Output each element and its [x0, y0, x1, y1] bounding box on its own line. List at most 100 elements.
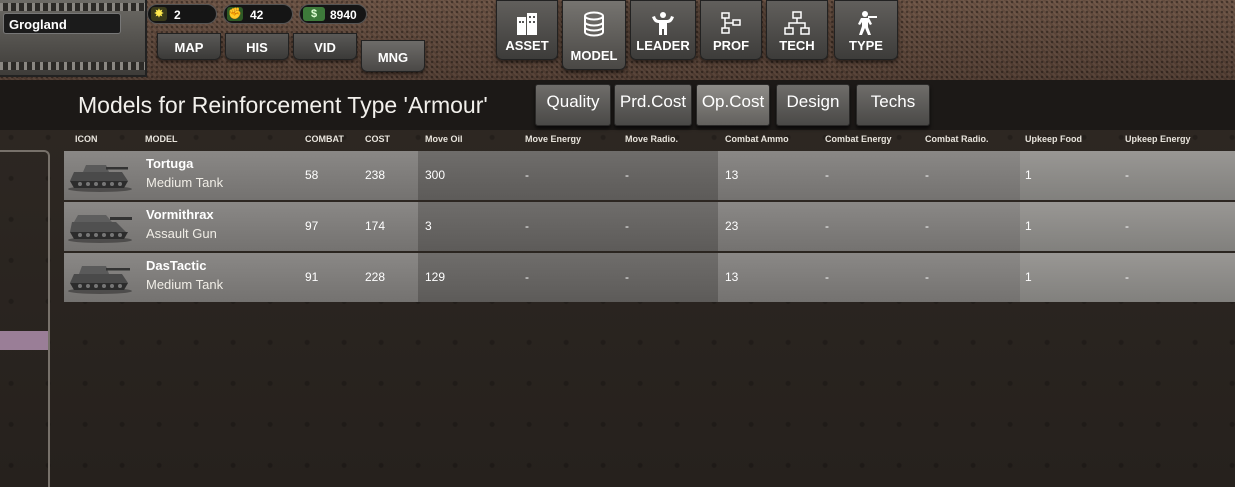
cost-value: 228 [365, 270, 386, 284]
model-name: DasTactic [146, 258, 207, 273]
move-radio-value: - [625, 168, 629, 182]
model-type: Medium Tank [146, 277, 224, 292]
table-header: ICON MODEL COMBAT COST Move Oil Move Ene… [64, 133, 1235, 150]
move-energy-value: - [525, 168, 529, 182]
combat-value: 91 [305, 270, 319, 284]
row-bg [418, 202, 718, 251]
star-burst-icon: ✸ [151, 7, 167, 21]
column-header[interactable]: ICON [75, 134, 98, 144]
row-bg [718, 253, 1020, 302]
combat-radio-value: - [925, 270, 929, 284]
combat-ammo-value: 13 [725, 270, 739, 284]
column-header[interactable]: MODEL [145, 134, 178, 144]
row-bg [418, 253, 718, 302]
database-icon [584, 11, 604, 37]
tab-label: TYPE [849, 38, 883, 53]
combat-radio-value: - [925, 219, 929, 233]
resource-value: 2 [174, 8, 181, 22]
column-header[interactable]: Upkeep Food [1025, 134, 1082, 144]
tank-icon [68, 266, 132, 294]
move-energy-value: - [525, 219, 529, 233]
model-type: Medium Tank [146, 175, 224, 190]
resource-value: 42 [250, 8, 264, 22]
combat-radio-value: - [925, 168, 929, 182]
country-panel [0, 0, 147, 77]
tab-label: PROF [712, 38, 750, 53]
tab-vid[interactable]: VID [293, 33, 357, 60]
tab-prof[interactable]: PROF [700, 0, 762, 60]
column-header[interactable]: Move Oil [425, 134, 463, 144]
column-header[interactable]: Upkeep Energy [1125, 134, 1191, 144]
cost-value: 174 [365, 219, 386, 233]
move-radio-value: - [625, 219, 629, 233]
column-header[interactable]: Combat Radio. [925, 134, 989, 144]
row-bg [718, 151, 1020, 200]
upkeep-energy-value: - [1125, 270, 1129, 284]
rivet-strip [0, 3, 145, 11]
tab-map[interactable]: MAP [157, 33, 221, 60]
upkeep-energy-value: - [1125, 168, 1129, 182]
model-name: Tortuga [146, 156, 194, 171]
tab-label: TECH [779, 38, 815, 53]
tank-icon [68, 165, 132, 192]
combat-ammo-value: 13 [725, 168, 739, 182]
combat-energy-value: - [825, 168, 829, 182]
resource-value: 8940 [330, 8, 357, 22]
side-panel [0, 150, 50, 487]
combat-value: 58 [305, 168, 319, 182]
upkeep-energy-value: - [1125, 219, 1129, 233]
combat-energy-value: - [825, 270, 829, 284]
side-panel-selection[interactable] [0, 331, 48, 350]
row-bg [718, 202, 1020, 251]
money-icon: $ [303, 7, 325, 21]
table-row[interactable]: Tortuga Medium Tank 58 238 300 - - 13 - … [64, 151, 1235, 200]
rivet-strip [0, 62, 145, 70]
combat-value: 97 [305, 219, 319, 233]
building-icon [517, 13, 537, 35]
resource-manpower: ✸ 2 [147, 4, 217, 24]
move-energy-value: - [525, 270, 529, 284]
tab-model[interactable]: MODEL [562, 0, 626, 70]
cost-value: 238 [365, 168, 386, 182]
combat-energy-value: - [825, 219, 829, 233]
tab-asset[interactable]: ASSET [496, 0, 558, 60]
soldier-icon [858, 11, 877, 35]
tab-his[interactable]: HIS [225, 33, 289, 60]
filter-design-button[interactable]: Design [776, 84, 850, 126]
tab-mng[interactable]: MNG [361, 40, 425, 72]
strongman-icon [652, 12, 674, 35]
model-name: Vormithrax [146, 207, 214, 222]
move-oil-value: 3 [425, 219, 432, 233]
filter-quality-button[interactable]: Quality [535, 84, 611, 126]
combat-ammo-value: 23 [725, 219, 739, 233]
filter-techs-button[interactable]: Techs [856, 84, 930, 126]
move-radio-value: - [625, 270, 629, 284]
country-name[interactable]: Grogland [3, 13, 121, 34]
model-type: Assault Gun [146, 226, 217, 241]
page-title: Models for Reinforcement Type 'Armour' [78, 92, 488, 118]
upkeep-food-value: 1 [1025, 270, 1032, 284]
tab-leader[interactable]: LEADER [630, 0, 696, 60]
resource-money: $ 8940 [299, 4, 367, 24]
move-oil-value: 129 [425, 270, 446, 284]
fist-icon: ✊ [227, 7, 243, 21]
column-header[interactable]: COST [365, 134, 390, 144]
table-row[interactable]: Vormithrax Assault Gun 97 174 3 - - 23 -… [64, 202, 1235, 251]
filter-opcost-button[interactable]: Op.Cost [696, 84, 770, 126]
column-header[interactable]: Move Radio. [625, 134, 678, 144]
column-header[interactable]: Move Energy [525, 134, 581, 144]
column-header[interactable]: COMBAT [305, 134, 344, 144]
table-row[interactable]: DasTactic Medium Tank 91 228 129 - - 13 … [64, 253, 1235, 302]
tab-tech[interactable]: TECH [766, 0, 828, 60]
assault-gun-icon [68, 215, 132, 243]
upkeep-food-value: 1 [1025, 168, 1032, 182]
filter-prdcost-button[interactable]: Prd.Cost [614, 84, 692, 126]
row-bg [418, 151, 718, 200]
resource-power: ✊ 42 [223, 4, 293, 24]
column-header[interactable]: Combat Energy [825, 134, 892, 144]
tab-type[interactable]: TYPE [834, 0, 898, 60]
upkeep-food-value: 1 [1025, 219, 1032, 233]
tab-label: LEADER [636, 38, 690, 53]
column-header[interactable]: Combat Ammo [725, 134, 789, 144]
move-oil-value: 300 [425, 168, 446, 182]
